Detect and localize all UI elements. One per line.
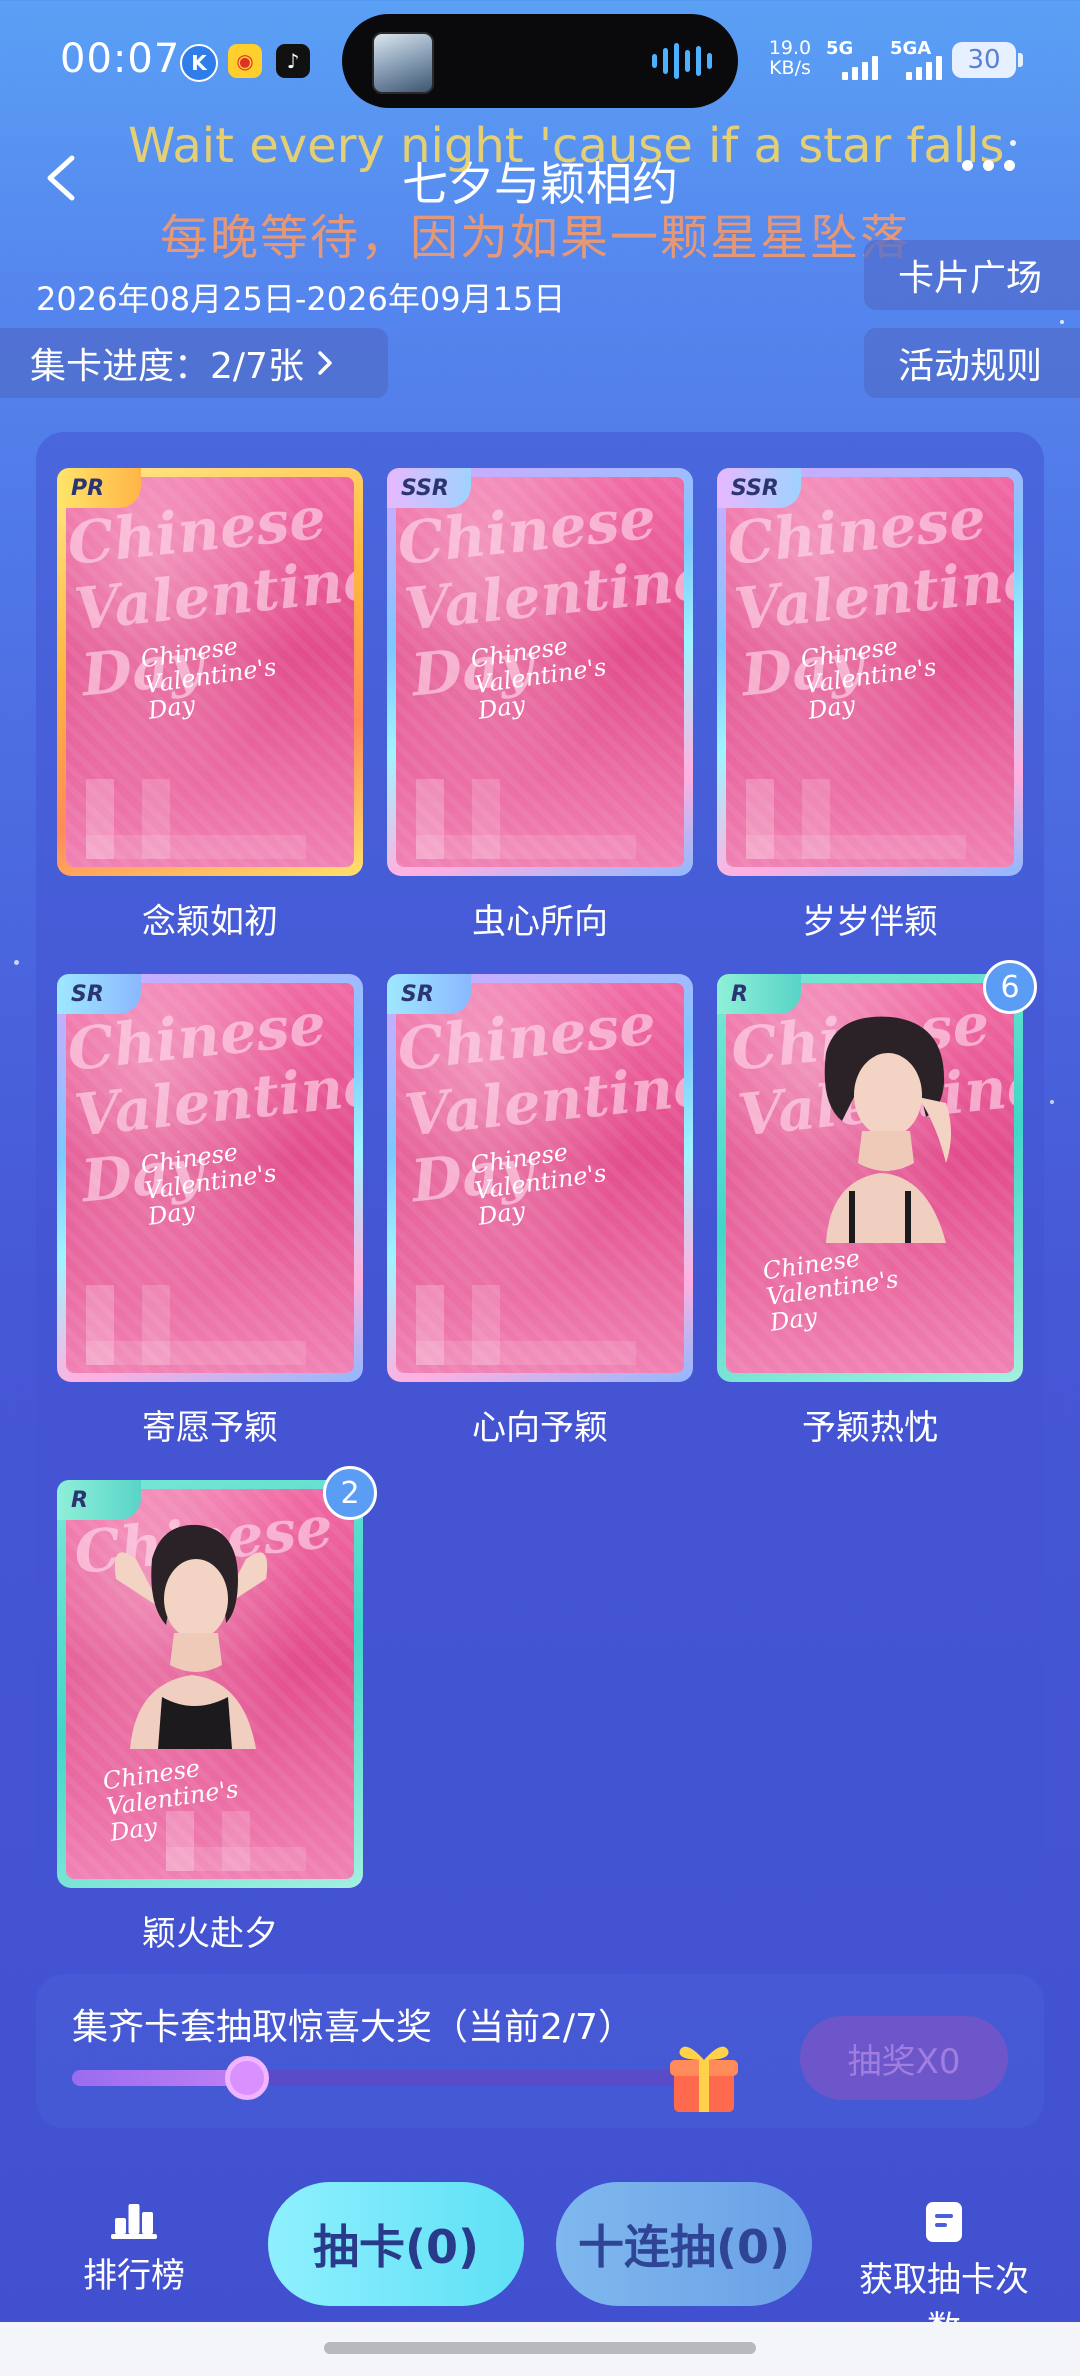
rarity-badge: R bbox=[57, 1480, 141, 1520]
card-name: 岁岁伴颖 bbox=[802, 902, 938, 942]
card-name: 予颖热忱 bbox=[802, 1408, 938, 1448]
portrait-image bbox=[824, 1016, 951, 1243]
decor-star bbox=[1050, 1100, 1054, 1104]
card-artwork: ChineseValentine ChineseValentine'sDay bbox=[726, 983, 1014, 1373]
decor-star bbox=[1060, 320, 1064, 324]
card-frame: Chinese Valentine Day Chinese Valentine's Da… bbox=[57, 974, 363, 1382]
chevron-left-icon bbox=[47, 155, 75, 201]
signal-bars-icon bbox=[906, 52, 942, 80]
card-name: 心向予颖 bbox=[472, 1408, 608, 1448]
card-name: 虫心所向 bbox=[472, 902, 608, 942]
card-item[interactable]: Chinese Valentine Day Chinese Valentine's Da… bbox=[57, 974, 363, 1449]
chevron-right-icon bbox=[318, 351, 332, 375]
card-name: 寄愿予颖 bbox=[142, 1408, 278, 1448]
decor-star bbox=[14, 960, 19, 965]
leaderboard-icon bbox=[111, 2204, 157, 2239]
card-item[interactable]: Chinese ChineseValentine'sDay R 2 颖火赴夕 bbox=[57, 1466, 377, 1952]
back-button[interactable] bbox=[32, 148, 92, 208]
card-count-badge: 2 bbox=[323, 1466, 377, 1520]
card-item[interactable]: Chinese Valentine Day Chinese Valentine's Da… bbox=[717, 468, 1023, 943]
rules-button[interactable]: 活动规则 bbox=[864, 328, 1080, 398]
card-art-blocks bbox=[746, 779, 966, 859]
lyric-overlay-en: Wait every night 'cause if a star falls bbox=[128, 118, 1005, 174]
card-frame: Chinese Valentine Day Chinese Valentine's Da… bbox=[387, 468, 693, 876]
weibo-icon: ◉ bbox=[228, 44, 262, 78]
media-thumbnail bbox=[372, 32, 434, 94]
rarity-badge: SSR bbox=[387, 468, 471, 508]
rarity-badge: PR bbox=[57, 468, 141, 508]
home-indicator[interactable] bbox=[324, 2342, 756, 2354]
card-item[interactable]: Chinese Valentine Day Chinese Valentine's Da… bbox=[387, 468, 693, 943]
rarity-badge: SR bbox=[387, 974, 471, 1014]
card-artwork: Chinese Valentine Day Chinese Valentine's Da… bbox=[726, 477, 1014, 867]
card-frame: Chinese Valentine Day Chinese Valentine's Da… bbox=[387, 974, 693, 1382]
tiktok-icon: ♪ bbox=[276, 44, 310, 78]
dot-icon bbox=[962, 160, 973, 171]
reward-progress-fill bbox=[72, 2070, 247, 2086]
card-collection-panel: Chinese Valentine Day Chinese Valentine's Da… bbox=[36, 432, 1044, 1952]
lottery-button[interactable]: 抽奖X0 bbox=[800, 2016, 1008, 2100]
status-time: 00:07 bbox=[60, 36, 181, 82]
card-artwork: Chinese Valentine Day Chinese Valentine's Da… bbox=[66, 983, 354, 1373]
rarity-badge: R bbox=[717, 974, 801, 1014]
reward-progress-knob bbox=[225, 2056, 269, 2100]
card-art-subtitle: Chinese Valentine's Day bbox=[799, 632, 938, 725]
network-speed-unit: KB/s bbox=[769, 57, 811, 79]
card-art-subtitle: Chinese Valentine's Day bbox=[139, 1138, 278, 1231]
card-artwork: Chinese ChineseValentine'sDay bbox=[66, 1489, 354, 1879]
card-name: 颖火赴夕 bbox=[142, 1914, 278, 1952]
document-icon bbox=[926, 2202, 962, 2242]
decor-star bbox=[1010, 140, 1016, 146]
card-count-badge: 6 bbox=[983, 960, 1037, 1014]
card-item[interactable]: Chinese Valentine Day Chinese Valentine's Da… bbox=[57, 468, 363, 943]
card-item[interactable]: ChineseValentine ChineseValentine'sDay R… bbox=[717, 960, 1037, 1449]
reward-progress-text: 集齐卡套抽取惊喜大奖（当前2/7） bbox=[72, 2007, 634, 2048]
network-speed-value: 19.0 bbox=[768, 37, 812, 59]
audio-wave-icon bbox=[652, 42, 712, 80]
card-artwork: Chinese Valentine Day Chinese Valentine's Da… bbox=[396, 477, 684, 867]
event-date-range: 2026年08月25日-2026年09月15日 bbox=[36, 280, 566, 318]
draw-card-button[interactable]: 抽卡(0) bbox=[268, 2182, 524, 2306]
more-options-button[interactable] bbox=[962, 160, 1015, 171]
card-artwork: Chinese Valentine Day Chinese Valentine's Da… bbox=[66, 477, 354, 867]
card-frame: ChineseValentine ChineseValentine'sDay R… bbox=[717, 960, 1037, 1382]
card-art-subtitle: Chinese Valentine's Day bbox=[139, 632, 278, 725]
battery-tip bbox=[1018, 53, 1023, 67]
rarity-badge: SSR bbox=[717, 468, 801, 508]
signal-bars-icon bbox=[842, 52, 878, 80]
card-art-blocks bbox=[86, 779, 306, 859]
card-frame: Chinese Valentine Day Chinese Valentine's Da… bbox=[57, 468, 363, 876]
k-app-icon: K bbox=[180, 44, 218, 82]
gift-icon bbox=[670, 2046, 738, 2112]
collection-progress-label: 集卡进度：2/7张 bbox=[30, 346, 304, 387]
card-art-blocks bbox=[416, 779, 636, 859]
card-art-blocks bbox=[416, 1285, 636, 1365]
card-name: 念颖如初 bbox=[142, 902, 278, 942]
leaderboard-button[interactable]: 排行榜 bbox=[34, 2200, 234, 2297]
card-item[interactable]: Chinese Valentine Day Chinese Valentine's Da… bbox=[387, 974, 693, 1449]
portrait-image bbox=[114, 1524, 268, 1749]
dot-icon bbox=[983, 160, 994, 171]
card-art-subtitle: Chinese Valentine's Day bbox=[469, 1138, 608, 1231]
card-artwork: Chinese Valentine Day Chinese Valentine's Da… bbox=[396, 983, 684, 1373]
card-art-subtitle: Chinese Valentine's Day bbox=[761, 1244, 900, 1337]
card-square-button[interactable]: 卡片广场 bbox=[864, 240, 1080, 310]
card-art-blocks bbox=[86, 1285, 306, 1365]
leaderboard-label: 排行榜 bbox=[83, 2256, 185, 2296]
rarity-badge: SR bbox=[57, 974, 141, 1014]
lyric-overlay-cn: 每晚等待，因为如果一颗星星坠落 bbox=[160, 210, 911, 266]
ten-draw-button[interactable]: 十连抽(0) bbox=[556, 2182, 812, 2306]
collection-progress-button[interactable]: 集卡进度：2/7张 bbox=[0, 328, 388, 398]
card-art-subtitle: Chinese Valentine's Day bbox=[469, 632, 608, 725]
battery-icon: 30 bbox=[952, 42, 1016, 78]
network-speed: 19.0 KB/s bbox=[768, 38, 812, 78]
dot-icon bbox=[1004, 160, 1015, 171]
card-frame: Chinese Valentine Day Chinese Valentine's Da… bbox=[717, 468, 1023, 876]
card-art-blocks bbox=[166, 1811, 306, 1871]
card-frame: Chinese ChineseValentine'sDay R 2 bbox=[57, 1466, 377, 1888]
